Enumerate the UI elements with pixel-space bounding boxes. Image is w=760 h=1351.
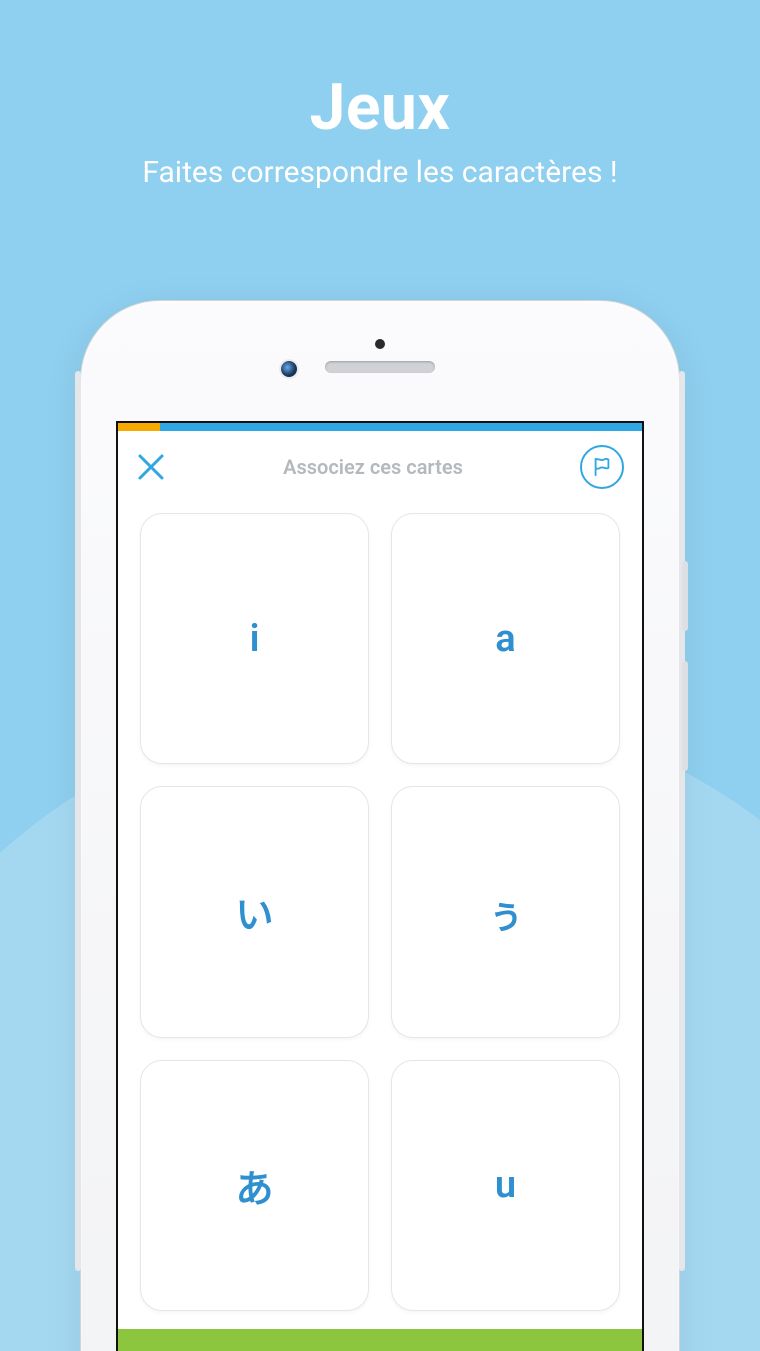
- phone-edge-left: [75, 371, 81, 1271]
- phone-sensor: [375, 339, 385, 349]
- match-card[interactable]: u: [391, 1060, 620, 1311]
- progress-bar: [118, 423, 642, 431]
- match-card[interactable]: i: [140, 513, 369, 764]
- promo-background: Jeux Faites correspondre les caractères …: [0, 0, 760, 1351]
- cards-grid: i a い ぅ あ u: [118, 495, 642, 1329]
- match-card[interactable]: あ: [140, 1060, 369, 1311]
- card-label: i: [250, 617, 260, 661]
- match-card[interactable]: ぅ: [391, 786, 620, 1037]
- close-button[interactable]: [136, 452, 166, 482]
- close-icon: [136, 452, 166, 482]
- match-card[interactable]: い: [140, 786, 369, 1037]
- hero-title: Jeux: [0, 70, 760, 145]
- flag-icon: [591, 456, 613, 478]
- phone-camera: [281, 361, 297, 377]
- hero-subtitle: Faites correspondre les caractères !: [0, 155, 760, 190]
- card-label: ぅ: [486, 884, 524, 939]
- phone-speaker: [325, 361, 435, 373]
- card-label: あ: [235, 1158, 273, 1213]
- next-button[interactable]: SUIVANT: [118, 1329, 642, 1351]
- match-card[interactable]: a: [391, 513, 620, 764]
- topbar: Associez ces cartes: [118, 431, 642, 495]
- card-label: a: [495, 617, 515, 661]
- phone-side-button: [682, 561, 688, 631]
- app-screen: Associez ces cartes i a い ぅ あ u: [116, 421, 644, 1351]
- phone-body: Associez ces cartes i a い ぅ あ u: [80, 300, 680, 1351]
- flag-button[interactable]: [580, 445, 624, 489]
- phone-side-button: [682, 661, 688, 771]
- hero-section: Jeux Faites correspondre les caractères …: [0, 0, 760, 190]
- progress-fill: [118, 423, 160, 431]
- phone-edge-right: [679, 371, 685, 1271]
- card-label: い: [235, 884, 273, 939]
- phone-mockup: Associez ces cartes i a い ぅ あ u: [80, 300, 680, 1351]
- topbar-title: Associez ces cartes: [166, 455, 580, 479]
- card-label: u: [495, 1163, 516, 1207]
